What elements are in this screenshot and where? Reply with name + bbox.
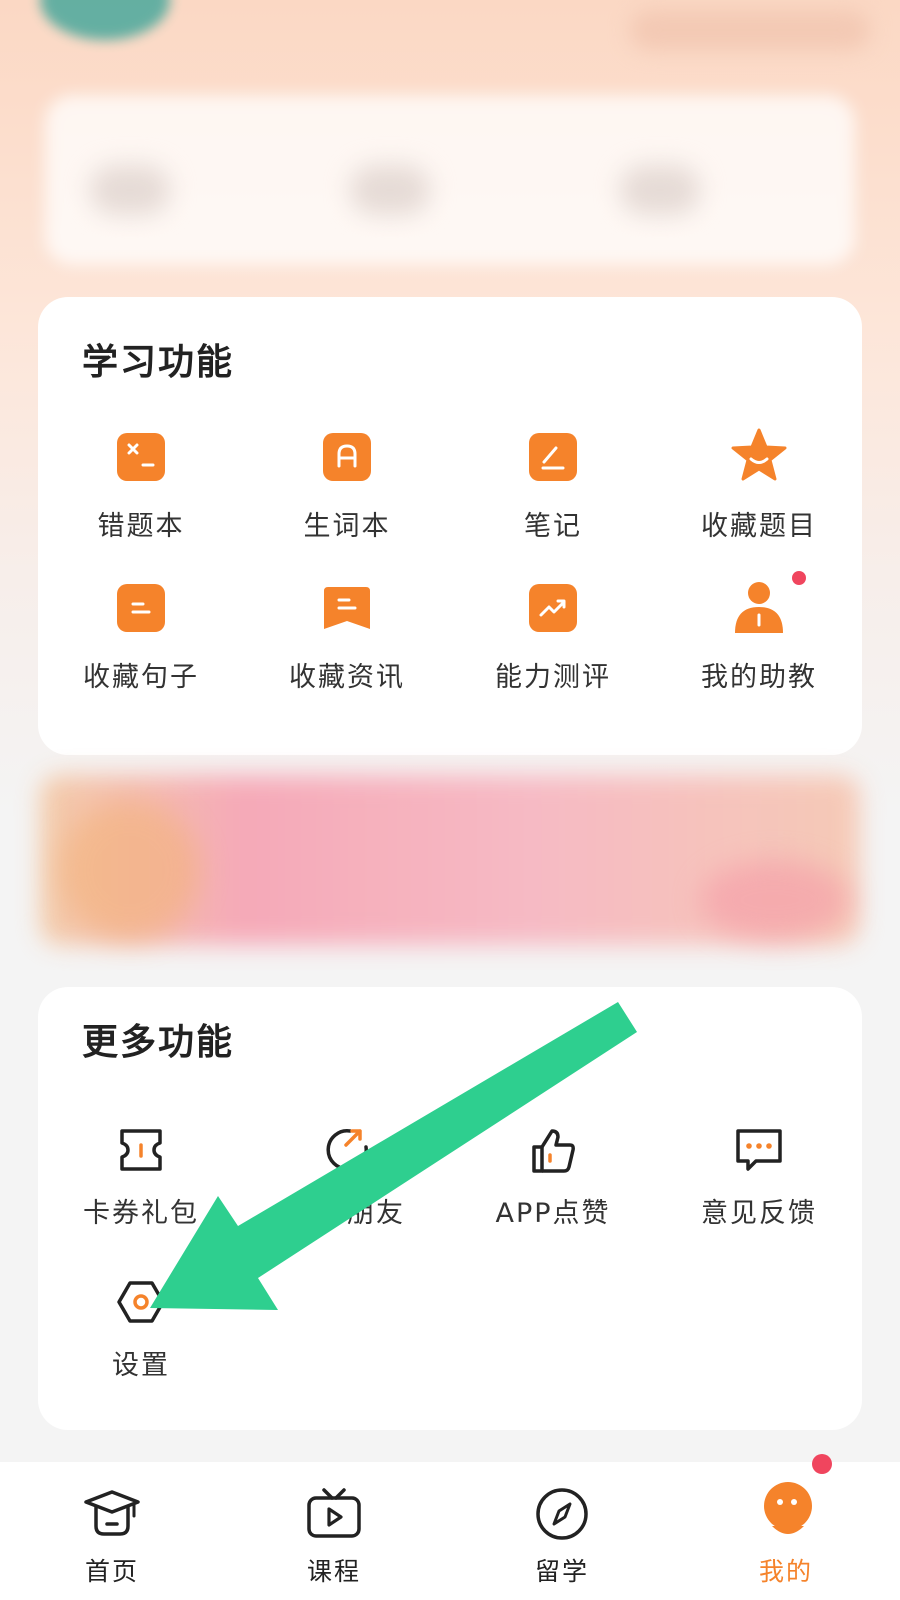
star-icon: [729, 426, 789, 486]
tab-label: 我的: [758, 1557, 813, 1586]
coupon-icon: [116, 1125, 166, 1175]
grid-item-label: 邀请朋友: [289, 1198, 405, 1229]
tab-mine[interactable]: 我的: [726, 1454, 846, 1600]
grid-item-label: 我的助教: [701, 662, 817, 693]
bottom-tab-bar: 首页 课程 留学 我的: [0, 1454, 900, 1600]
grid-item-label: 笔记: [524, 511, 582, 542]
tab-label: 课程: [306, 1557, 361, 1586]
blurred-stat: [350, 165, 430, 215]
notification-dot: [812, 1454, 832, 1474]
compass-icon: [532, 1484, 592, 1544]
tab-label: 留学: [534, 1557, 589, 1586]
notification-dot: [792, 571, 806, 585]
grid-item-settings[interactable]: 设置: [38, 1277, 244, 1397]
grid-item-favorite-questions[interactable]: 收藏题目: [656, 428, 862, 552]
grid-item-app-like[interactable]: APP点赞: [450, 1125, 656, 1245]
tab-courses[interactable]: 课程: [274, 1462, 394, 1600]
tab-label: 首页: [84, 1557, 139, 1586]
notes-icon: [528, 432, 578, 482]
feedback-icon: [734, 1125, 784, 1175]
grid-item-wrong-questions[interactable]: 错题本: [38, 432, 244, 552]
settings-icon: [116, 1277, 166, 1327]
blurred-stat: [90, 165, 170, 215]
sentence-icon: [116, 583, 166, 633]
grid-item-label: APP点赞: [495, 1198, 611, 1229]
grid-item-assistant[interactable]: 我的助教: [656, 571, 862, 703]
grid-item-invite-friends[interactable]: 邀请朋友: [244, 1125, 450, 1245]
more-features-card: 更多功能 卡券礼包 邀请朋友 APP点赞 意见反馈 设置: [38, 987, 862, 1430]
grid-item-label: 卡券礼包: [83, 1198, 199, 1229]
grid-item-coupons[interactable]: 卡券礼包: [38, 1125, 244, 1245]
assessment-icon: [528, 583, 578, 633]
blurred-header-element: [630, 10, 870, 50]
grid-item-label: 生词本: [303, 511, 391, 542]
grid-item-label: 收藏资讯: [289, 662, 405, 693]
grid-item-label: 能力测评: [495, 662, 611, 693]
grid-item-feedback[interactable]: 意见反馈: [656, 1125, 862, 1245]
grid-item-favorite-sentences[interactable]: 收藏句子: [38, 583, 244, 703]
grid-item-favorite-news[interactable]: 收藏资讯: [244, 583, 450, 703]
graduation-cap-icon: [82, 1484, 142, 1544]
thumbs-up-icon: [528, 1125, 578, 1175]
grid-item-label: 意见反馈: [701, 1198, 817, 1229]
grid-item-label: 收藏题目: [701, 511, 817, 542]
grid-item-vocabulary[interactable]: 生词本: [244, 432, 450, 552]
tv-play-icon: [304, 1484, 364, 1544]
banner-blob: [60, 800, 200, 940]
study-features-card: 学习功能 错题本 生词本 笔记 收藏题目 收藏句子 收藏资讯 能力测评 我的助教: [38, 297, 862, 755]
tab-study-abroad[interactable]: 留学: [502, 1462, 622, 1600]
vocabulary-icon: [322, 432, 372, 482]
wrong-questions-icon: [116, 432, 166, 482]
grid-item-label: 设置: [112, 1350, 170, 1381]
banner-blob: [700, 860, 850, 940]
tab-home[interactable]: 首页: [52, 1462, 172, 1600]
section-title: 学习功能: [82, 342, 235, 383]
invite-icon: [322, 1125, 372, 1175]
grid-item-label: 错题本: [97, 511, 185, 542]
grid-item-label: 收藏句子: [83, 662, 199, 693]
mascot-icon: [752, 1476, 820, 1544]
grid-item-notes[interactable]: 笔记: [450, 432, 656, 552]
assistant-icon: [731, 579, 787, 635]
section-title: 更多功能: [82, 1022, 235, 1063]
blurred-stat: [620, 165, 700, 215]
news-icon: [322, 583, 372, 633]
grid-item-assessment[interactable]: 能力测评: [450, 583, 656, 703]
